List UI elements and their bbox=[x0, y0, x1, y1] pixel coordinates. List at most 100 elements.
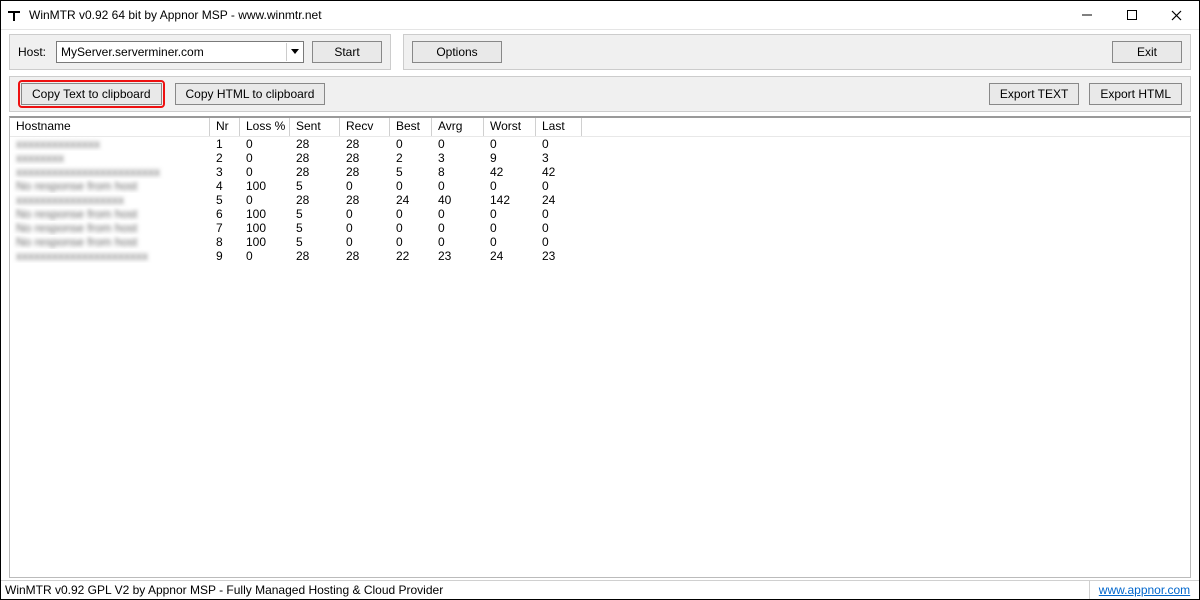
host-input[interactable] bbox=[57, 43, 286, 61]
host-combobox[interactable] bbox=[56, 41, 304, 63]
cell-best: 24 bbox=[390, 193, 432, 207]
highlight-annotation: Copy Text to clipboard bbox=[18, 80, 165, 108]
cell-nr: 1 bbox=[210, 137, 240, 151]
cell-avrg: 8 bbox=[432, 165, 484, 179]
cell-nr: 9 bbox=[210, 249, 240, 263]
status-link[interactable]: www.appnor.com bbox=[1089, 581, 1199, 599]
col-last[interactable]: Last bbox=[536, 118, 582, 136]
cell-worst: 0 bbox=[484, 137, 536, 151]
cell-nr: 6 bbox=[210, 207, 240, 221]
cell-loss: 0 bbox=[240, 137, 290, 151]
cell-hostname: No response from host bbox=[10, 235, 210, 249]
cell-last: 42 bbox=[536, 165, 582, 179]
cell-avrg: 40 bbox=[432, 193, 484, 207]
window-controls bbox=[1064, 1, 1199, 29]
toolbar-row-1: Host: Start Options Exit bbox=[1, 30, 1199, 74]
cell-recv: 28 bbox=[340, 137, 390, 151]
maximize-icon bbox=[1127, 10, 1137, 20]
options-button[interactable]: Options bbox=[412, 41, 502, 63]
cell-last: 0 bbox=[536, 235, 582, 249]
table-row[interactable]: xxxxxxxx2028282393 bbox=[10, 151, 1190, 165]
app-icon bbox=[7, 8, 21, 22]
table-row[interactable]: No response from host7100500000 bbox=[10, 221, 1190, 235]
results-table: Hostname Nr Loss % Sent Recv Best Avrg W… bbox=[9, 116, 1191, 578]
cell-hostname: No response from host bbox=[10, 221, 210, 235]
cell-worst: 24 bbox=[484, 249, 536, 263]
cell-best: 2 bbox=[390, 151, 432, 165]
cell-nr: 3 bbox=[210, 165, 240, 179]
col-worst[interactable]: Worst bbox=[484, 118, 536, 136]
minimize-button[interactable] bbox=[1064, 1, 1109, 29]
cell-recv: 28 bbox=[340, 165, 390, 179]
cell-hostname: No response from host bbox=[10, 207, 210, 221]
table-row[interactable]: xxxxxxxxxxxxxxxxxxxxxxxx302828584242 bbox=[10, 165, 1190, 179]
cell-worst: 9 bbox=[484, 151, 536, 165]
cell-worst: 142 bbox=[484, 193, 536, 207]
copy-text-button[interactable]: Copy Text to clipboard bbox=[21, 83, 162, 105]
cell-loss: 0 bbox=[240, 193, 290, 207]
host-label: Host: bbox=[18, 45, 46, 59]
cell-hostname: xxxxxxxx bbox=[10, 151, 210, 165]
cell-recv: 28 bbox=[340, 249, 390, 263]
table-row[interactable]: xxxxxxxxxxxxxxxxxxxxxx90282822232423 bbox=[10, 249, 1190, 263]
cell-sent: 5 bbox=[290, 235, 340, 249]
window-title: WinMTR v0.92 64 bit by Appnor MSP - www.… bbox=[29, 8, 1064, 22]
cell-last: 0 bbox=[536, 179, 582, 193]
cell-sent: 5 bbox=[290, 179, 340, 193]
col-nr[interactable]: Nr bbox=[210, 118, 240, 136]
minimize-icon bbox=[1082, 10, 1092, 20]
host-panel: Host: Start bbox=[9, 34, 391, 70]
cell-last: 0 bbox=[536, 221, 582, 235]
cell-recv: 28 bbox=[340, 193, 390, 207]
cell-loss: 0 bbox=[240, 151, 290, 165]
table-row[interactable]: No response from host6100500000 bbox=[10, 207, 1190, 221]
cell-sent: 28 bbox=[290, 193, 340, 207]
export-html-button[interactable]: Export HTML bbox=[1089, 83, 1182, 105]
cell-sent: 28 bbox=[290, 151, 340, 165]
cell-worst: 0 bbox=[484, 207, 536, 221]
cell-worst: 0 bbox=[484, 179, 536, 193]
cell-last: 24 bbox=[536, 193, 582, 207]
chevron-down-icon[interactable] bbox=[286, 43, 303, 61]
table-header: Hostname Nr Loss % Sent Recv Best Avrg W… bbox=[10, 118, 1190, 137]
cell-sent: 28 bbox=[290, 137, 340, 151]
cell-last: 0 bbox=[536, 207, 582, 221]
col-recv[interactable]: Recv bbox=[340, 118, 390, 136]
table-row[interactable]: No response from host4100500000 bbox=[10, 179, 1190, 193]
cell-sent: 28 bbox=[290, 165, 340, 179]
cell-recv: 0 bbox=[340, 221, 390, 235]
options-panel: Options Exit bbox=[403, 34, 1191, 70]
table-row[interactable]: xxxxxxxxxxxxxx1028280000 bbox=[10, 137, 1190, 151]
table-row[interactable]: xxxxxxxxxxxxxxxxxx502828244014224 bbox=[10, 193, 1190, 207]
cell-nr: 2 bbox=[210, 151, 240, 165]
cell-hostname: No response from host bbox=[10, 179, 210, 193]
col-avrg[interactable]: Avrg bbox=[432, 118, 484, 136]
close-button[interactable] bbox=[1154, 1, 1199, 29]
app-window: WinMTR v0.92 64 bit by Appnor MSP - www.… bbox=[0, 0, 1200, 600]
table-body: xxxxxxxxxxxxxx1028280000xxxxxxxx20282823… bbox=[10, 137, 1190, 577]
cell-avrg: 0 bbox=[432, 137, 484, 151]
cell-hostname: xxxxxxxxxxxxxxxxxxxxxxxx bbox=[10, 165, 210, 179]
cell-best: 0 bbox=[390, 179, 432, 193]
cell-recv: 0 bbox=[340, 207, 390, 221]
col-loss[interactable]: Loss % bbox=[240, 118, 290, 136]
col-hostname[interactable]: Hostname bbox=[10, 118, 210, 136]
cell-loss: 0 bbox=[240, 249, 290, 263]
table-row[interactable]: No response from host8100500000 bbox=[10, 235, 1190, 249]
copy-html-button[interactable]: Copy HTML to clipboard bbox=[175, 83, 326, 105]
start-button[interactable]: Start bbox=[312, 41, 382, 63]
cell-nr: 8 bbox=[210, 235, 240, 249]
close-icon bbox=[1171, 10, 1182, 21]
cell-avrg: 3 bbox=[432, 151, 484, 165]
actions-panel: Copy Text to clipboard Copy HTML to clip… bbox=[9, 76, 1191, 112]
exit-button[interactable]: Exit bbox=[1112, 41, 1182, 63]
export-text-button[interactable]: Export TEXT bbox=[989, 83, 1079, 105]
cell-hostname: xxxxxxxxxxxxxx bbox=[10, 137, 210, 151]
status-bar: WinMTR v0.92 GPL V2 by Appnor MSP - Full… bbox=[1, 580, 1199, 599]
col-best[interactable]: Best bbox=[390, 118, 432, 136]
cell-recv: 0 bbox=[340, 179, 390, 193]
cell-avrg: 0 bbox=[432, 179, 484, 193]
cell-worst: 0 bbox=[484, 221, 536, 235]
maximize-button[interactable] bbox=[1109, 1, 1154, 29]
col-sent[interactable]: Sent bbox=[290, 118, 340, 136]
